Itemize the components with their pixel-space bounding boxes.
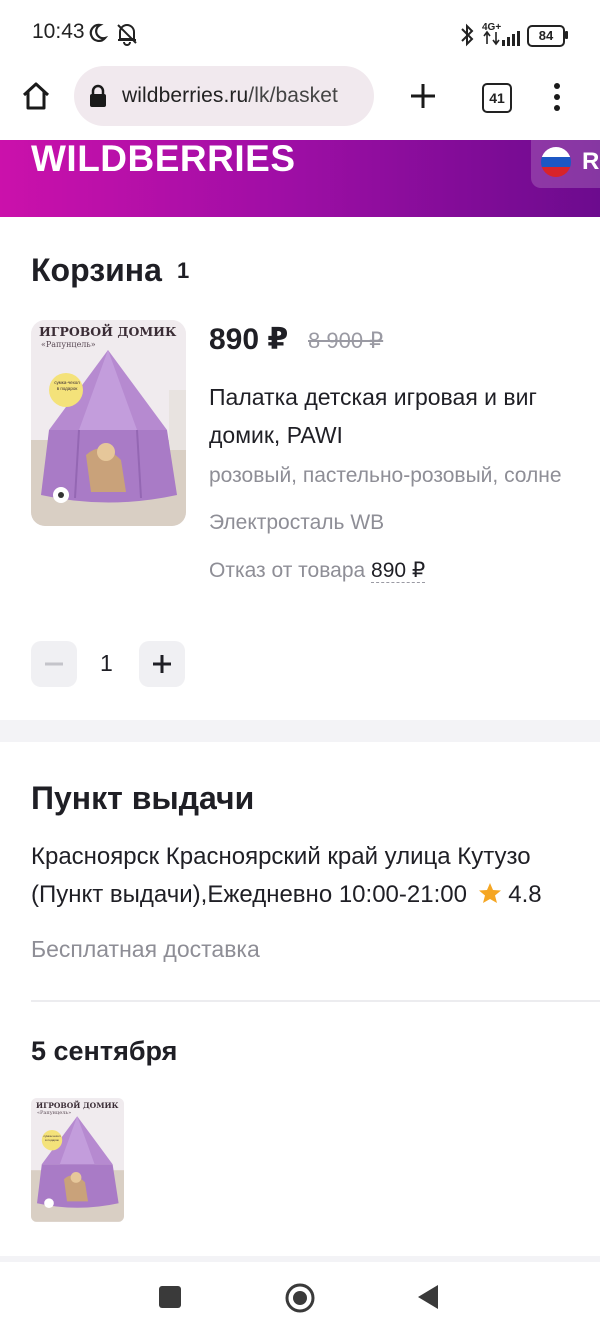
notifications-muted-icon xyxy=(117,24,137,46)
quantity-value: 1 xyxy=(100,650,113,676)
image-title-text: ИГРОВОЙ ДОМИК xyxy=(39,324,177,339)
status-time: 10:43 xyxy=(32,20,85,43)
tab-switcher-button[interactable]: 41 xyxy=(482,83,512,113)
url-text[interactable]: wildberries.ru/lk/basket xyxy=(122,84,338,108)
home-circle-icon[interactable] xyxy=(284,1282,316,1314)
product-image[interactable]: ИГРОВОЙ ДОМИК «Рапунцель» сумка-чехол в … xyxy=(31,320,186,526)
url-path: /lk/basket xyxy=(248,84,338,107)
basket-count-badge: 1 xyxy=(177,258,190,283)
lock-icon xyxy=(90,84,106,107)
product-name-line1: Палатка детская игровая и виг xyxy=(209,384,537,410)
tent-thumbnail-illustration xyxy=(31,1098,124,1222)
refuse-price[interactable]: 890 ₽ xyxy=(371,559,426,583)
star-icon xyxy=(478,883,501,903)
tent-illustration xyxy=(31,320,186,526)
thumbnail-badge-text: сумка-чехол в подарок xyxy=(43,1134,61,1142)
product-name-line2: домик, PAWI xyxy=(209,422,343,448)
wildberries-logo[interactable]: WILDBERRIES xyxy=(31,138,296,180)
product-warehouse: Электросталь WB xyxy=(209,511,385,534)
bluetooth-icon xyxy=(461,23,474,47)
image-subtitle-text: «Рапунцель» xyxy=(41,340,96,349)
refuse-info: Отказ от товара 890 ₽ xyxy=(209,558,426,583)
product-price: 890 ₽ xyxy=(209,323,289,356)
product-old-price: 8 900 ₽ xyxy=(308,328,384,353)
divider-line xyxy=(31,1000,600,1002)
refuse-label: Отказ от товара xyxy=(209,559,366,582)
pickup-address-line1: Красноярск Красноярский край улица Кутуз… xyxy=(31,843,531,870)
basket-title: Корзина xyxy=(31,252,162,288)
section-divider xyxy=(0,720,600,742)
quantity-increase-button[interactable] xyxy=(139,641,185,687)
free-delivery-text: Бесплатная доставка xyxy=(31,936,260,962)
pickup-address[interactable]: Красноярск Красноярский край улица Кутуз… xyxy=(31,838,600,914)
new-tab-plus-icon[interactable] xyxy=(409,82,437,110)
recent-apps-icon[interactable] xyxy=(158,1285,182,1309)
minus-icon xyxy=(45,662,63,666)
pickup-address-line2: (Пункт выдачи),Ежедневно 10:00-21:00 xyxy=(31,881,467,908)
quantity-decrease-button[interactable] xyxy=(31,641,77,687)
do-not-disturb-moon-icon xyxy=(89,23,108,42)
product-name[interactable]: Палатка детская игровая и виг домик, PAW… xyxy=(209,378,600,454)
delivery-item-thumbnail[interactable]: ИГРОВОЙ ДОМИК «Рапунцель» сумка-чехол в … xyxy=(31,1098,124,1222)
region-label: R xyxy=(582,148,600,175)
url-domain: wildberries.ru xyxy=(122,84,249,107)
battery-icon: 84 xyxy=(527,25,565,47)
delivery-date-title: 5 сентября xyxy=(31,1036,178,1066)
pickup-title: Пункт выдачи xyxy=(31,780,255,816)
more-menu-icon[interactable] xyxy=(551,82,563,112)
thumbnail-title-text: ИГРОВОЙ ДОМИК xyxy=(36,1101,119,1110)
russia-flag-icon xyxy=(541,147,571,177)
signal-strength-icon xyxy=(483,30,520,46)
product-color: розовый, пастельно-розовый, солне xyxy=(209,464,562,487)
back-triangle-icon[interactable] xyxy=(416,1284,440,1310)
battery-tip xyxy=(565,31,568,39)
image-badge-text: сумка-чехол в подарок xyxy=(54,380,80,391)
pickup-rating: 4.8 xyxy=(508,881,542,908)
plus-icon xyxy=(153,655,171,673)
home-icon[interactable] xyxy=(20,80,52,112)
thumbnail-subtitle-text: «Рапунцель» xyxy=(37,1110,72,1116)
